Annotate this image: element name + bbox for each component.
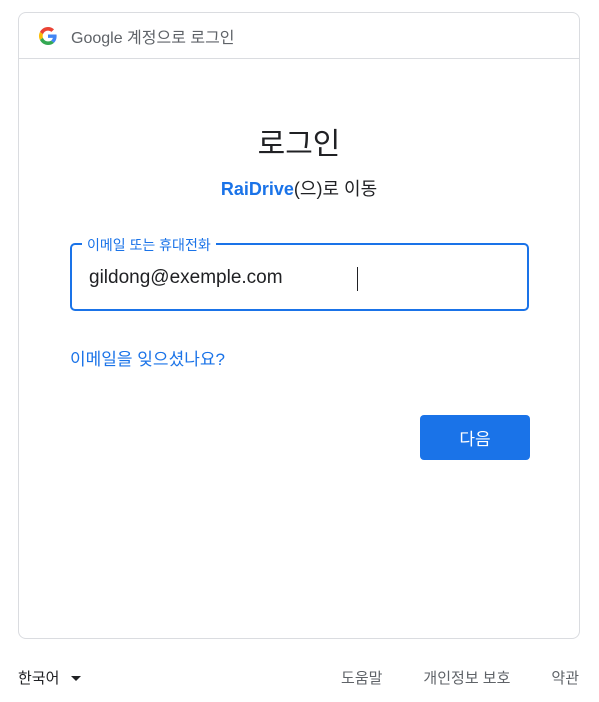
language-label: 한국어 xyxy=(18,669,60,687)
card-header: Google 계정으로 로그인 xyxy=(19,13,579,59)
footer-link-help[interactable]: 도움말 xyxy=(341,667,382,688)
footer-link-privacy[interactable]: 개인정보 보호 xyxy=(423,667,510,688)
footer: 한국어 도움말 개인정보 보호 약관 xyxy=(18,664,579,690)
language-selector[interactable]: 한국어 xyxy=(18,667,82,688)
text-cursor xyxy=(357,267,358,291)
email-field[interactable]: 이메일 또는 휴대전화 xyxy=(70,235,529,311)
dropdown-arrow-icon xyxy=(71,675,82,681)
app-name: RaiDrive xyxy=(220,179,294,199)
next-button[interactable]: 다음 xyxy=(420,415,530,460)
email-field-label: 이메일 또는 휴대전화 xyxy=(82,235,216,255)
footer-links: 도움말 개인정보 보호 약관 xyxy=(300,667,579,688)
email-input[interactable] xyxy=(89,265,509,291)
footer-link-terms[interactable]: 약관 xyxy=(551,667,579,688)
forgot-email-link[interactable]: 이메일을 잊으셨나요? xyxy=(70,345,225,370)
sign-in-card: Google 계정으로 로그인 로그인 RaiDrive(으)로 이동 이메일 … xyxy=(18,12,580,639)
google-g-icon xyxy=(39,26,57,45)
page-title: 로그인 xyxy=(257,127,341,162)
page-subtitle: RaiDrive(으)로 이동 xyxy=(19,175,579,201)
header-title: Google 계정으로 로그인 xyxy=(71,29,235,47)
subtitle-suffix: (으)로 이동 xyxy=(293,179,378,199)
